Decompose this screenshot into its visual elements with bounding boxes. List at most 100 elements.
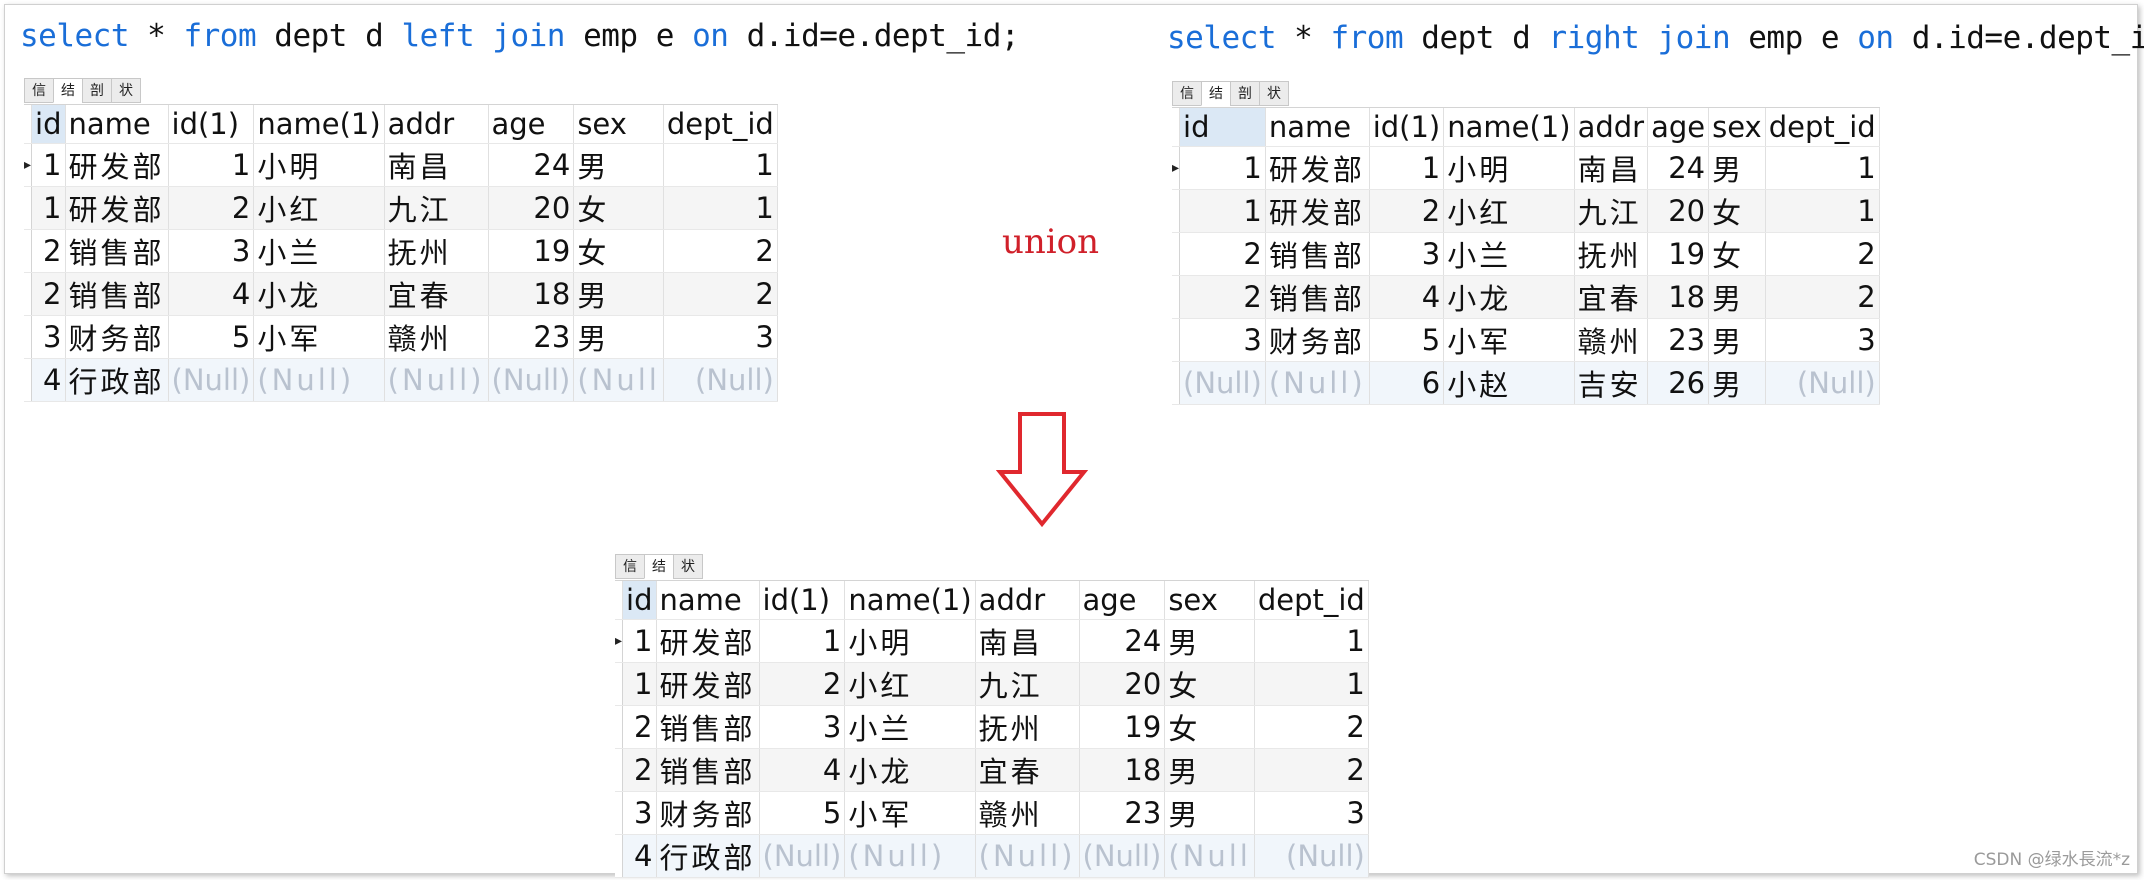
table-cell[interactable]: 26 [1647, 361, 1710, 405]
table-row[interactable]: 1 研发部 2 小红 九江 20 女 1 [24, 186, 778, 230]
table-cell[interactable]: (Null) [253, 358, 385, 402]
table-cell[interactable]: 研发部 [1265, 189, 1370, 233]
table-row[interactable]: 2 销售部 4 小龙 宜春 18 男 2 [1172, 275, 1880, 319]
column-header[interactable]: sex [1164, 581, 1255, 620]
table-cell[interactable]: (Null) [1179, 361, 1266, 405]
table-cell[interactable]: 女 [1708, 189, 1766, 233]
table-row[interactable]: 3 财务部 5 小军 赣州 23 男 3 [24, 315, 778, 359]
table-cell[interactable]: 23 [1079, 791, 1166, 835]
table-cell[interactable]: 2 [663, 229, 778, 273]
tab-3[interactable]: 状态 [111, 78, 141, 123]
table-cell[interactable]: 小赵 [1443, 361, 1575, 405]
table-row[interactable]: 3 财务部 5 小军 赣州 23 男 3 [615, 791, 1369, 835]
table-cell[interactable]: 2 [759, 662, 846, 706]
table-cell[interactable]: 2 [1765, 275, 1880, 319]
table-cell[interactable]: 销售部 [656, 748, 760, 792]
table-cell[interactable]: 4 [31, 358, 66, 402]
column-header[interactable]: name(1) [844, 581, 976, 620]
table-cell[interactable]: 19 [1079, 705, 1166, 749]
table-cell[interactable]: 6 [1369, 361, 1445, 405]
column-header[interactable]: id(1) [1369, 108, 1445, 147]
table-cell[interactable]: 销售部 [65, 229, 169, 273]
table-cell[interactable]: 1 [168, 143, 255, 187]
column-header[interactable]: addr [1574, 108, 1649, 147]
table-cell[interactable]: 3 [31, 315, 66, 359]
table-cell[interactable]: 行政部 [656, 834, 760, 878]
table-cell[interactable]: 男 [1164, 748, 1255, 792]
table-cell[interactable]: 3 [759, 705, 846, 749]
table-cell[interactable]: 抚州 [384, 229, 489, 273]
column-header[interactable]: name [656, 581, 760, 620]
table-cell[interactable]: 1 [1179, 189, 1266, 233]
table-cell[interactable]: 4 [759, 748, 846, 792]
table-cell[interactable]: 研发部 [65, 143, 169, 187]
table-cell[interactable]: 小红 [253, 186, 385, 230]
table-cell[interactable]: 南昌 [384, 143, 489, 187]
table-cell[interactable]: 销售部 [65, 272, 169, 316]
table-cell[interactable]: 2 [31, 229, 66, 273]
table-cell[interactable]: 男 [1708, 361, 1766, 405]
table-cell[interactable]: 3 [622, 791, 657, 835]
table-cell[interactable]: (Null) [384, 358, 489, 402]
table-cell[interactable]: 23 [488, 315, 575, 359]
table-cell[interactable]: 4 [1369, 275, 1445, 319]
table-cell[interactable]: (Null) [759, 834, 846, 878]
tab-0[interactable]: 信息 [1172, 81, 1201, 126]
table-cell[interactable]: 男 [573, 315, 664, 359]
column-header[interactable]: id [622, 581, 657, 620]
table-cell[interactable]: 女 [1164, 662, 1255, 706]
column-header[interactable]: name [65, 105, 169, 144]
table-cell[interactable]: 1 [1765, 146, 1880, 190]
table-cell[interactable]: 24 [1647, 146, 1710, 190]
table-cell[interactable]: 抚州 [1574, 232, 1649, 276]
table-cell[interactable]: 销售部 [1265, 232, 1370, 276]
table-cell[interactable]: 4 [168, 272, 255, 316]
tab-1[interactable]: 结果 1 [644, 554, 673, 623]
table-cell[interactable]: 2 [31, 272, 66, 316]
table-cell[interactable]: (Null) [488, 358, 575, 402]
table-cell[interactable]: (Null) [1265, 361, 1370, 405]
table-cell[interactable]: 20 [488, 186, 575, 230]
table-cell[interactable]: 1 [663, 186, 778, 230]
table-cell[interactable]: 南昌 [1574, 146, 1649, 190]
tab-2[interactable]: 剖析 [82, 78, 111, 123]
table-cell[interactable]: 1 [1254, 619, 1369, 663]
table-cell[interactable]: 1 [1254, 662, 1369, 706]
table-cell[interactable]: 九江 [384, 186, 489, 230]
table-cell[interactable]: 男 [1164, 791, 1255, 835]
tab-1[interactable]: 结果 1 [53, 78, 82, 147]
table-cell[interactable]: (Null) [1254, 834, 1369, 878]
table-cell[interactable]: 行政部 [65, 358, 169, 402]
table-row[interactable]: 2 销售部 3 小兰 抚州 19 女 2 [1172, 232, 1880, 276]
table-cell[interactable]: 5 [759, 791, 846, 835]
table-cell[interactable]: 2 [1179, 232, 1266, 276]
table-row[interactable]: 4 行政部 (Null) (Null) (Null) (Null) (Null (Null) [24, 358, 778, 402]
table-cell[interactable]: 九江 [975, 662, 1080, 706]
table-cell[interactable]: (Null) [663, 358, 778, 402]
table-row[interactable]: 1 研发部 2 小红 九江 20 女 1 [1172, 189, 1880, 233]
table-cell[interactable]: 1 [1765, 189, 1880, 233]
table-cell[interactable]: (Null [573, 358, 664, 402]
table-cell[interactable]: 男 [573, 143, 664, 187]
table-cell[interactable]: 研发部 [1265, 146, 1370, 190]
table-cell[interactable]: 1 [31, 143, 66, 187]
table-cell[interactable]: 小兰 [253, 229, 385, 273]
table-cell[interactable]: 24 [1079, 619, 1166, 663]
table-cell[interactable]: 1 [1179, 146, 1266, 190]
table-cell[interactable]: 南昌 [975, 619, 1080, 663]
table-cell[interactable]: 3 [1179, 318, 1266, 362]
column-header[interactable]: sex [1708, 108, 1766, 147]
table-cell[interactable]: 销售部 [1265, 275, 1370, 319]
table-cell[interactable]: 19 [1647, 232, 1710, 276]
column-header[interactable]: name(1) [1443, 108, 1575, 147]
table-row[interactable]: 3 财务部 5 小军 赣州 23 男 3 [1172, 318, 1880, 362]
column-header[interactable]: name [1265, 108, 1370, 147]
table-row[interactable]: 2 销售部 4 小龙 宜春 18 男 2 [615, 748, 1369, 792]
table-cell[interactable]: (Null) [168, 358, 255, 402]
table-cell[interactable]: 1 [622, 619, 657, 663]
table-cell[interactable]: 男 [1708, 318, 1766, 362]
table-cell[interactable]: 3 [1254, 791, 1369, 835]
column-header[interactable]: dept_id [663, 105, 778, 144]
table-cell[interactable]: 23 [1647, 318, 1710, 362]
column-header[interactable]: id(1) [759, 581, 846, 620]
